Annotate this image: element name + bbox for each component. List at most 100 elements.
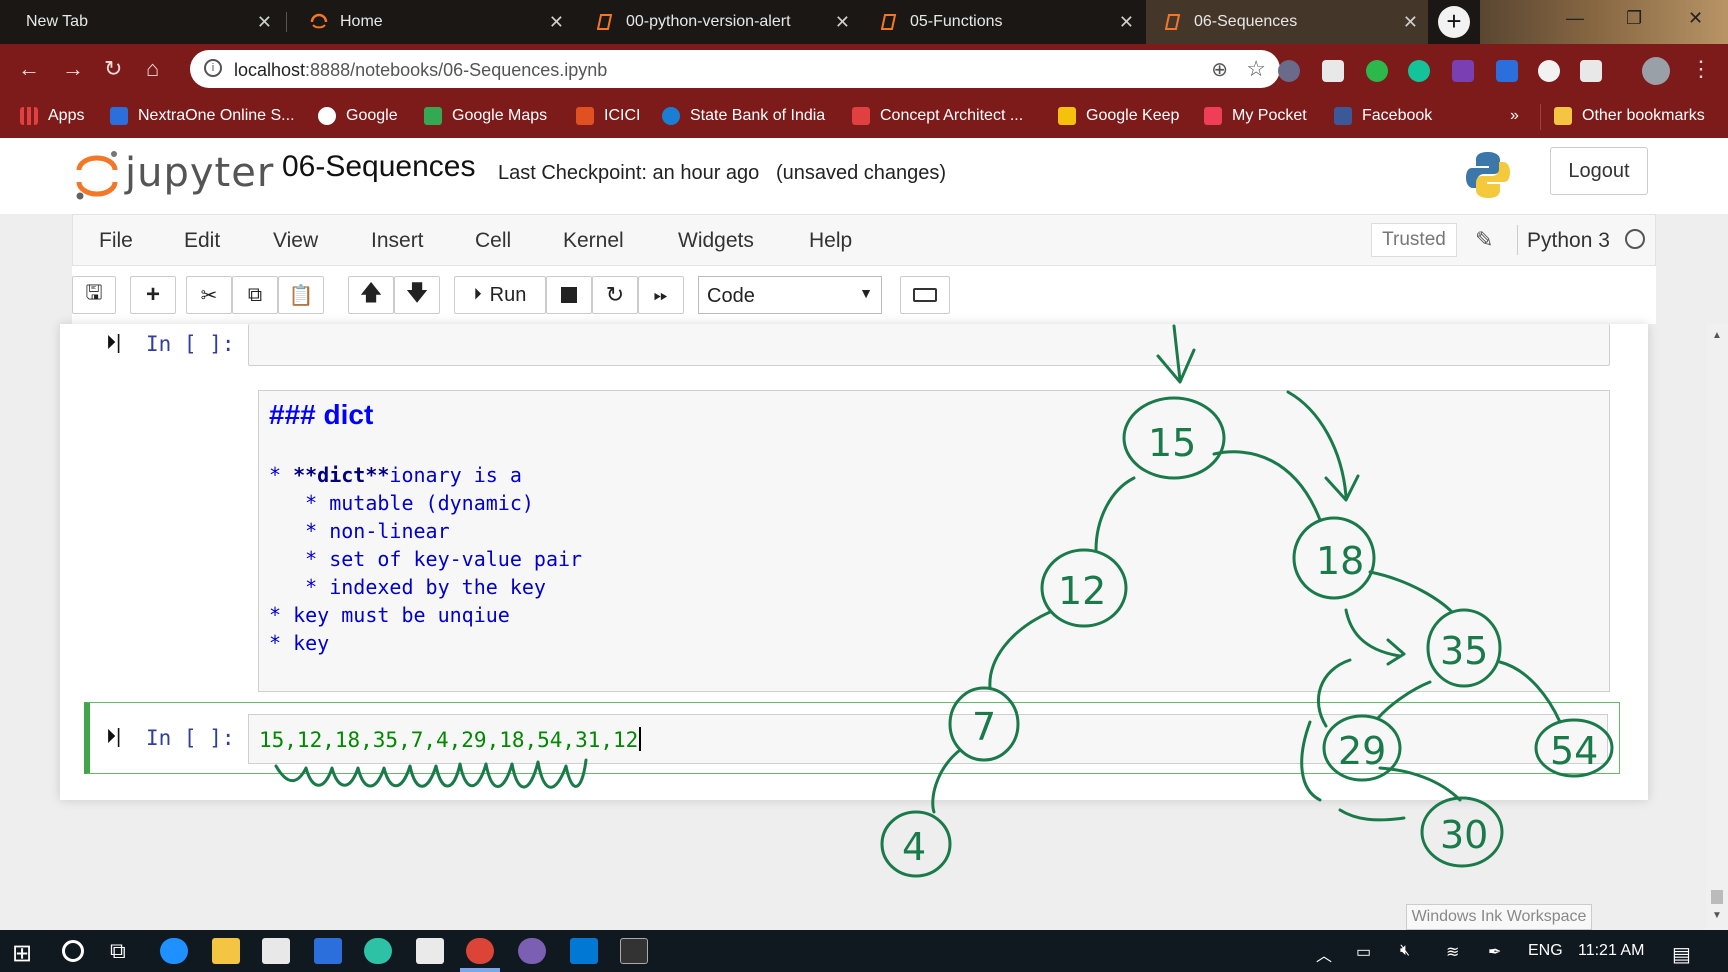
bookmark-sbi[interactable]: State Bank of India [662, 107, 825, 125]
restart-button[interactable]: ↻ [592, 276, 638, 314]
file-explorer-icon[interactable] [212, 938, 240, 964]
tab-sequences[interactable]: 06-Sequences ✕ [1146, 0, 1428, 44]
gmail-extension-icon[interactable] [1322, 60, 1344, 82]
menu-file[interactable]: File [99, 229, 133, 253]
star-icon[interactable]: ☆ [1246, 56, 1266, 82]
onenote-icon[interactable] [1452, 60, 1474, 82]
dropbox-extension-icon[interactable] [1496, 60, 1518, 82]
move-down-button[interactable]: 🡇 [394, 276, 440, 314]
cut-button[interactable]: ✂ [186, 276, 232, 314]
tab-python-version-alert[interactable]: 00-python-version-alert ✕ [578, 0, 860, 44]
mail-icon[interactable] [416, 938, 444, 964]
home-icon[interactable]: ⌂ [146, 56, 159, 82]
extension-icon[interactable] [1278, 60, 1300, 82]
search-icon[interactable] [62, 940, 84, 962]
clock[interactable]: 11:21 AM [1578, 942, 1644, 960]
pocket-extension-icon[interactable] [1580, 60, 1602, 82]
notifications-icon[interactable]: ▤ [1672, 942, 1691, 967]
bookmark-nextraone[interactable]: NextraOne Online S... [110, 107, 295, 125]
windows-start-icon[interactable]: ⊞ [12, 939, 32, 968]
maximize-icon[interactable]: ❐ [1626, 8, 1642, 29]
task-view-icon[interactable]: ⧉ [110, 938, 126, 964]
menu-help[interactable]: Help [809, 229, 852, 253]
menu-cell[interactable]: Cell [475, 229, 511, 253]
tab-new-tab[interactable]: New Tab ✕ [0, 0, 282, 44]
run-all-button[interactable]: ⏩︎ [638, 276, 684, 314]
ink-workspace-label[interactable]: Windows Ink Workspace [1406, 904, 1592, 930]
new-tab-button[interactable]: + [1438, 6, 1470, 38]
bookmark-apps[interactable]: Apps [20, 107, 84, 125]
bookmark-facebook[interactable]: Facebook [1334, 107, 1432, 125]
store-icon[interactable] [262, 938, 290, 964]
reload-icon[interactable]: ↻ [104, 56, 122, 82]
avatar[interactable] [1642, 57, 1670, 85]
more-menu-icon[interactable]: ⋮ [1690, 56, 1712, 82]
copy-button[interactable]: ⧉ [232, 276, 278, 314]
insert-cell-button[interactable]: + [130, 276, 176, 314]
scroll-up-icon[interactable]: ▲ [1712, 330, 1722, 341]
battery-icon[interactable]: ▭ [1356, 942, 1371, 962]
infinity-app-icon[interactable] [364, 938, 392, 964]
bookmark-my-pocket[interactable]: My Pocket [1204, 107, 1307, 125]
grammarly-icon[interactable] [1408, 60, 1430, 82]
kernel-name[interactable]: Python 3 [1527, 229, 1610, 253]
interrupt-button[interactable] [546, 276, 592, 314]
save-button[interactable]: 🖫 [72, 276, 116, 314]
close-window-icon[interactable]: ✕ [1688, 8, 1703, 29]
minimize-icon[interactable]: — [1566, 8, 1584, 29]
vscode-icon[interactable] [570, 938, 598, 964]
zoom-icon[interactable]: ⊕ [1211, 57, 1228, 82]
run-cell-icon[interactable]: ⏵︎| [106, 332, 121, 355]
close-icon[interactable]: ✕ [1403, 12, 1418, 33]
bookmark-concept-architect[interactable]: Concept Architect ... [852, 107, 1023, 125]
menu-insert[interactable]: Insert [371, 229, 424, 253]
menu-edit[interactable]: Edit [184, 229, 220, 253]
run-button[interactable]: ⏵︎ Run [454, 276, 546, 314]
forward-arrow-icon[interactable]: → [62, 56, 84, 82]
bookmark-google-keep[interactable]: Google Keep [1058, 107, 1179, 125]
tab-home[interactable]: Home ✕ [292, 0, 574, 44]
jupyter-logo-text[interactable]: jupyter [125, 150, 274, 196]
code-input[interactable]: 15,12,18,35,7,4,29,18,54,31,12 [248, 714, 1608, 764]
evernote-icon[interactable] [1366, 60, 1388, 82]
empty-code-input[interactable] [248, 324, 1610, 366]
edge-icon[interactable] [160, 938, 188, 964]
jupyter-logo-icon[interactable] [74, 148, 120, 202]
markdown-cell[interactable]: ### dict * **dict**ionary is a * mutable… [258, 390, 1610, 692]
bookmark-google-maps[interactable]: Google Maps [424, 107, 547, 125]
move-up-button[interactable]: 🡅 [348, 276, 394, 314]
cell-type-select[interactable]: Code ▼ [698, 276, 882, 314]
logout-button[interactable]: Logout [1550, 147, 1648, 195]
bookmark-google[interactable]: Google [318, 107, 398, 125]
close-icon[interactable]: ✕ [835, 12, 850, 33]
run-cell-icon[interactable]: ⏵︎| [106, 726, 121, 749]
extension-icon[interactable] [1538, 60, 1560, 82]
wifi-icon[interactable]: ≋ [1446, 942, 1459, 962]
menu-view[interactable]: View [273, 229, 318, 253]
pen-icon[interactable]: ✒ [1488, 942, 1501, 962]
menu-widgets[interactable]: Widgets [678, 229, 754, 253]
close-icon[interactable]: ✕ [1119, 12, 1134, 33]
volume-mute-icon[interactable]: 🔇︎ [1400, 942, 1410, 960]
info-icon[interactable]: i [204, 59, 222, 77]
close-icon[interactable]: ✕ [549, 12, 564, 33]
terminal-icon[interactable] [620, 938, 648, 964]
omnibox[interactable]: i localhost:8888/notebooks/06-Sequences.… [190, 50, 1280, 88]
trusted-indicator[interactable]: Trusted [1371, 223, 1457, 257]
scrollbar[interactable]: ▲ ▼ [1706, 324, 1728, 930]
notebook-name[interactable]: 06-Sequences [282, 150, 475, 184]
chrome-icon[interactable] [466, 938, 494, 964]
scroll-thumb[interactable] [1711, 890, 1723, 904]
edit-pencil-icon[interactable]: ✎ [1475, 227, 1493, 253]
tray-chevron-icon[interactable]: ︿ [1316, 942, 1332, 966]
menu-kernel[interactable]: Kernel [563, 229, 624, 253]
paste-button[interactable]: 📋 [278, 276, 324, 314]
language-indicator[interactable]: ENG [1528, 942, 1563, 960]
dropbox-icon[interactable] [314, 938, 342, 964]
close-icon[interactable]: ✕ [257, 12, 272, 33]
other-bookmarks[interactable]: Other bookmarks [1554, 107, 1705, 125]
eclipse-icon[interactable] [518, 938, 546, 964]
scroll-down-icon[interactable]: ▼ [1712, 910, 1722, 921]
command-palette-button[interactable] [900, 276, 950, 314]
tab-functions[interactable]: 05-Functions ✕ [862, 0, 1144, 44]
